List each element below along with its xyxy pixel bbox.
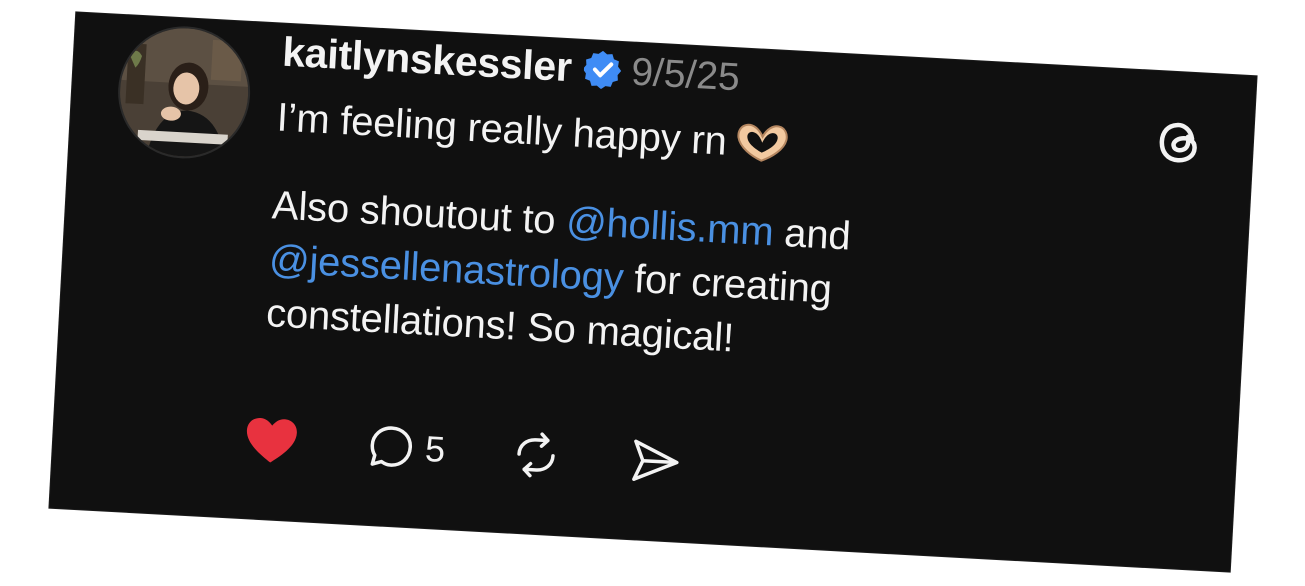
username[interactable]: kaitlynskessler <box>281 29 573 92</box>
mention-link-hollis[interactable]: @hollis.mm <box>565 199 775 254</box>
heart-icon <box>246 417 297 463</box>
avatar[interactable] <box>114 22 254 162</box>
repost-icon <box>517 432 555 478</box>
reply-icon <box>370 426 413 467</box>
post-text-3b: for creating <box>622 256 833 312</box>
share-icon <box>632 439 679 481</box>
post-text-1: I’m feeling really happy rn <box>275 95 728 164</box>
reply-button[interactable]: 5 <box>366 422 447 474</box>
threads-post-card: kaitlynskessler 9/5/25 I’m feeling reall… <box>49 12 1257 572</box>
heart-hands-emoji <box>734 121 792 164</box>
post-date: 9/5/25 <box>630 50 741 100</box>
like-button[interactable] <box>242 414 301 467</box>
reply-count: 5 <box>424 427 447 470</box>
verified-badge-icon <box>582 50 622 90</box>
post-text-2b: and <box>772 210 852 259</box>
action-bar: 5 <box>242 414 682 488</box>
post-text-2a: Also shoutout to <box>270 183 568 244</box>
repost-button[interactable] <box>510 430 563 481</box>
screenshot-stage: kaitlynskessler 9/5/25 I’m feeling reall… <box>0 0 1305 586</box>
mention-link-jessellenastrology[interactable]: @jessellenastrology <box>268 237 625 300</box>
share-button[interactable] <box>630 437 682 486</box>
post-header: kaitlynskessler 9/5/25 <box>281 28 741 101</box>
post-text-line-1: I’m feeling really happy rn <box>276 95 792 168</box>
threads-logo-icon[interactable] <box>1156 117 1207 168</box>
